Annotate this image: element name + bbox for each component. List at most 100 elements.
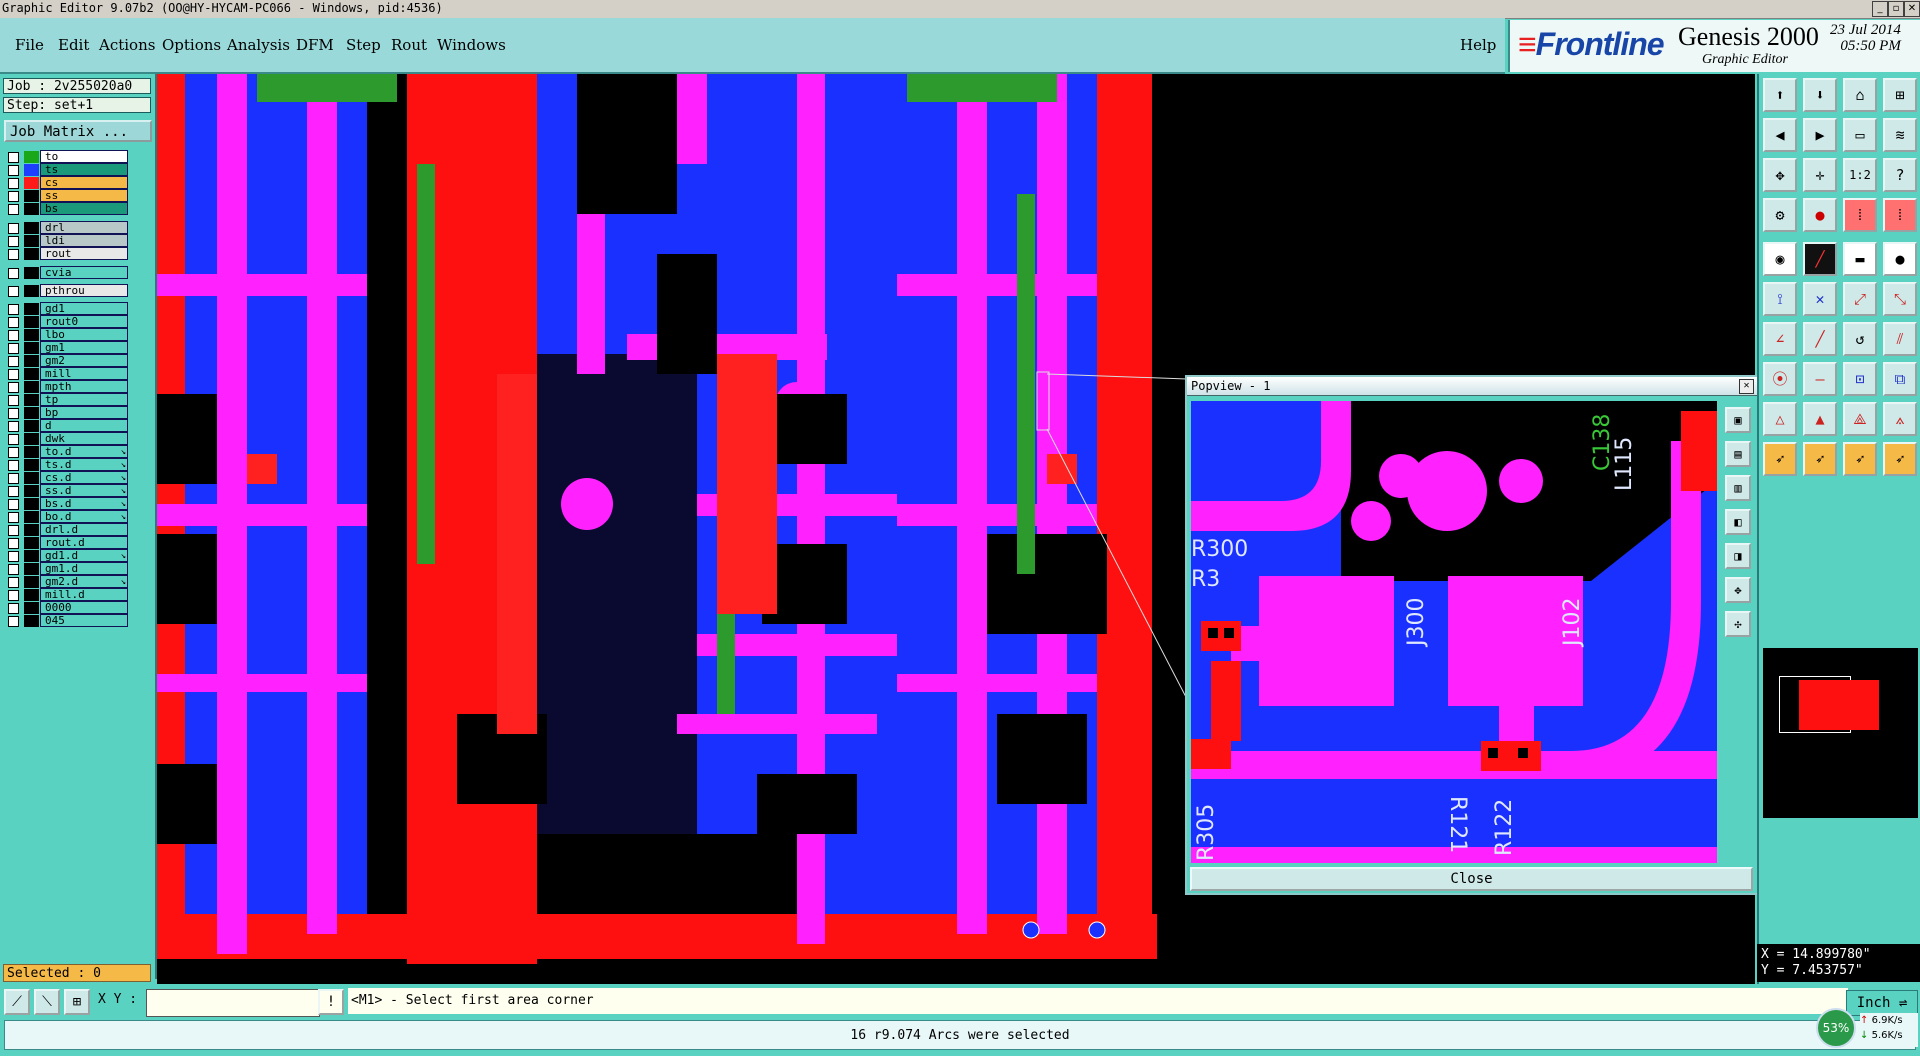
layer-checkbox[interactable] [8,408,19,419]
layer-color-swatch[interactable] [24,267,39,279]
layer-color-swatch[interactable] [24,459,39,471]
layer-name[interactable]: to.d [40,445,128,458]
tool-connect-icon[interactable]: ⤢ [1843,282,1877,316]
tool-ruler-icon[interactable]: ⚙ [1763,198,1797,232]
layer-checkbox[interactable] [8,512,19,523]
layer-name[interactable]: d [40,419,128,432]
layer-row-cvia[interactable]: cvia [6,266,128,280]
tool-fit-icon[interactable]: ✥ [1763,158,1797,192]
layer-checkbox[interactable] [8,330,19,341]
layer-color-swatch[interactable] [24,381,39,393]
layer-row-045[interactable]: 045 [6,614,128,628]
layer-row-gm2.d[interactable]: gm2.d ↘ [6,575,128,589]
layer-name[interactable]: to [40,150,128,163]
layer-row-0000[interactable]: 0000 [6,601,128,615]
layer-checkbox[interactable] [8,382,19,393]
layer-color-swatch[interactable] [24,511,39,523]
xy-input[interactable] [146,989,320,1017]
menu-windows[interactable]: Windows [437,36,506,54]
layer-checkbox[interactable] [8,152,19,163]
job-matrix-button[interactable]: Job Matrix ... [4,120,152,142]
layer-name[interactable]: gd1.d [40,549,128,562]
layer-name[interactable]: rout.d [40,536,128,549]
layer-checkbox[interactable] [8,191,19,202]
layer-row-gd1.d[interactable]: gd1.d ↘ [6,549,128,563]
grid-snap-icon[interactable]: ⊞ [64,989,90,1015]
tool-redraw-icon[interactable]: ≋ [1883,118,1917,152]
layer-color-swatch[interactable] [24,589,39,601]
tool-connect2-icon[interactable]: ⤡ [1883,282,1917,316]
layer-name[interactable]: cs [40,176,128,189]
layer-color-swatch[interactable] [24,433,39,445]
layer-color-swatch[interactable] [24,615,39,627]
layer-name[interactable]: gd1 [40,302,128,315]
tool-grid-icon[interactable]: ⊞ [1883,78,1917,112]
tool-select-net-icon[interactable]: ➶ [1843,442,1877,476]
layer-row-cs.d[interactable]: cs.d ↘ [6,471,128,485]
layer-row-ss.d[interactable]: ss.d ↘ [6,484,128,498]
layer-color-swatch[interactable] [24,316,39,328]
tool-select-path-icon[interactable]: ➶ [1883,442,1917,476]
popview-reset-icon[interactable]: ✣ [1725,611,1751,637]
tool-open-job-icon[interactable]: ⬆ [1763,78,1797,112]
tool-component-icon[interactable]: ⊡ [1843,362,1877,396]
layer-checkbox[interactable] [8,369,19,380]
layer-name[interactable]: gm1 [40,341,128,354]
layer-name[interactable]: gm2 [40,354,128,367]
layer-name[interactable]: drl.d [40,523,128,536]
tool-zoom-right-icon[interactable]: ▶ [1803,118,1837,152]
popview-zoom-out-icon[interactable]: ▤ [1725,441,1751,467]
layer-checkbox[interactable] [8,395,19,406]
menu-options[interactable]: Options [162,36,221,54]
popview-pan-icon[interactable]: ▥ [1725,475,1751,501]
tool-help-icon[interactable]: ? [1883,158,1917,192]
layer-row-to[interactable]: to [6,150,128,164]
layer-name[interactable]: mpth [40,380,128,393]
layer-name[interactable]: rout [40,247,128,260]
tool-line-icon[interactable]: ╱ [1803,242,1837,276]
layer-row-rout.d[interactable]: rout.d [6,536,128,550]
layer-checkbox[interactable] [8,268,19,279]
layer-color-swatch[interactable] [24,550,39,562]
layer-color-swatch[interactable] [24,485,39,497]
layer-name[interactable]: dwk [40,432,128,445]
popview-center-icon[interactable]: ✥ [1725,577,1751,603]
menu-help[interactable]: Help [1460,36,1496,54]
layer-name[interactable]: cs.d [40,471,128,484]
tool-hline-icon[interactable]: — [1803,362,1837,396]
tool-select-box-icon[interactable]: ➶ [1803,442,1837,476]
layer-row-rout0[interactable]: rout0 [6,315,128,329]
layer-color-swatch[interactable] [24,285,39,297]
layer-name[interactable]: gm2.d [40,575,128,588]
layer-name[interactable]: mill.d [40,588,128,601]
layer-color-swatch[interactable] [24,407,39,419]
layer-checkbox[interactable] [8,447,19,458]
tool-center-icon[interactable]: ✛ [1803,158,1837,192]
tool-triangle4-icon[interactable]: ⟑ [1883,402,1917,436]
popview-close-icon[interactable]: ✕ [1739,379,1754,394]
layer-color-swatch[interactable] [24,420,39,432]
layer-name[interactable]: ss.d [40,484,128,497]
layer-checkbox[interactable] [8,165,19,176]
menu-rout[interactable]: Rout [391,36,427,54]
layer-row-ldi[interactable]: ldi [6,234,128,248]
layer-color-swatch[interactable] [24,537,39,549]
layer-checkbox[interactable] [8,204,19,215]
popview-home-icon[interactable]: ◨ [1725,543,1751,569]
layer-row-to.d[interactable]: to.d ↘ [6,445,128,459]
tool-cross-icon[interactable]: ✕ [1803,282,1837,316]
menu-step[interactable]: Step [346,36,381,54]
layer-row-bs[interactable]: bs [6,202,128,216]
tool-arc-icon[interactable]: ↺ [1843,322,1877,356]
layer-color-swatch[interactable] [24,498,39,510]
popview-zoom-in-icon[interactable]: ▣ [1725,407,1751,433]
layer-color-swatch[interactable] [24,342,39,354]
layer-color-swatch[interactable] [24,368,39,380]
layer-checkbox[interactable] [8,486,19,497]
tool-zoom-box-icon[interactable]: ▭ [1843,118,1877,152]
menu-edit[interactable]: Edit [58,36,89,54]
layer-color-swatch[interactable] [24,222,39,234]
layer-row-rout[interactable]: rout [6,247,128,261]
minimize-button[interactable]: _ [1872,1,1888,17]
tool-net-icon[interactable]: ⟟ [1763,282,1797,316]
